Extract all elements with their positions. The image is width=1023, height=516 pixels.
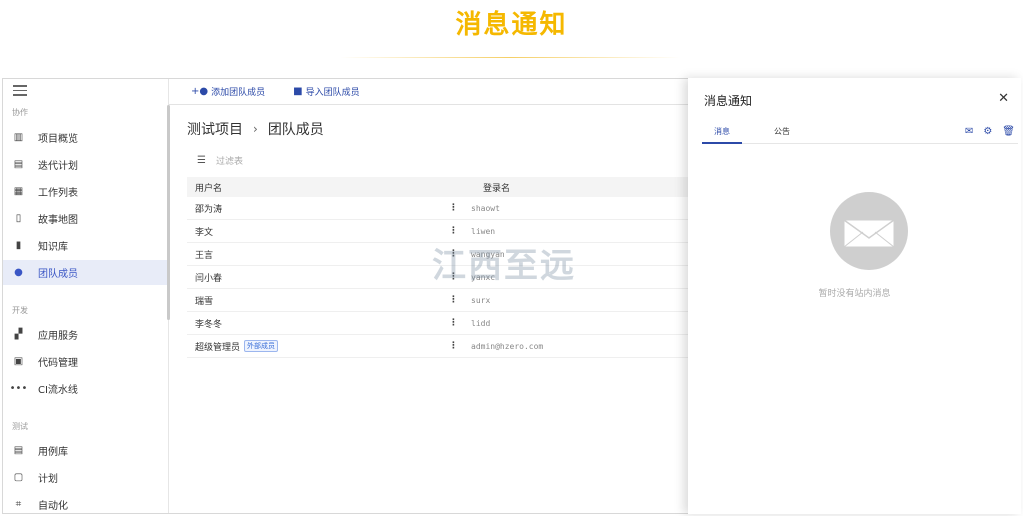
add-member-button[interactable]: +● 添加团队成员 bbox=[191, 85, 265, 98]
breadcrumb-project[interactable]: 测试项目 bbox=[187, 119, 243, 139]
add-user-icon: +● bbox=[191, 86, 209, 97]
sidebar-item-label: 工作列表 bbox=[38, 188, 78, 199]
group-label-test: 测试 bbox=[12, 422, 28, 431]
filter-bar[interactable]: ☰ 过滤表 bbox=[197, 154, 243, 167]
row-username: 超级管理员 bbox=[195, 342, 241, 353]
list-icon: ▦ bbox=[13, 186, 24, 197]
sidebar-item-worklist[interactable]: ▦ 工作列表 bbox=[3, 179, 168, 204]
pipeline-icon: ••• bbox=[9, 383, 28, 394]
import-member-button[interactable]: ■ 导入团队成员 bbox=[293, 85, 359, 98]
row-username: 瑞雪 bbox=[195, 296, 214, 307]
close-icon[interactable]: ✕ bbox=[998, 91, 1009, 106]
map-icon: ▯ bbox=[15, 213, 22, 224]
sidebar-item-plan[interactable]: ▢ 计划 bbox=[3, 465, 168, 490]
row-login: lidd bbox=[471, 318, 491, 328]
menu-toggle-icon[interactable] bbox=[13, 85, 27, 97]
envelope-icon bbox=[843, 219, 895, 248]
sidebar-item-storymap[interactable]: ▯ 故事地图 bbox=[3, 206, 168, 231]
clear-all-icon[interactable]: 🗑 bbox=[1002, 126, 1015, 137]
more-icon[interactable]: ⋮ bbox=[449, 203, 461, 213]
sidebar-item-overview[interactable]: ▥ 项目概览 bbox=[3, 125, 168, 150]
sidebar-item-label: 代码管理 bbox=[38, 358, 78, 369]
sidebar-item-iteration[interactable]: ▤ 迭代计划 bbox=[3, 152, 168, 177]
row-username: 邵为涛 bbox=[195, 204, 223, 215]
import-icon: ■ bbox=[293, 86, 303, 97]
import-member-label: 导入团队成员 bbox=[305, 88, 360, 98]
empty-state-text: 暂时没有站内消息 bbox=[818, 289, 891, 299]
sidebar-item-label: 应用服务 bbox=[38, 331, 78, 342]
column-header-login: 登录名 bbox=[483, 183, 511, 194]
user-icon: ● bbox=[14, 267, 23, 278]
table-row[interactable]: 李冬冬 ⋮ lidd bbox=[187, 312, 707, 335]
panel-title: 消息通知 bbox=[704, 94, 753, 108]
more-icon[interactable]: ⋮ bbox=[449, 295, 461, 305]
apps-icon: ▞ bbox=[14, 329, 23, 340]
row-username-cell: 超级管理员 外部成员 bbox=[187, 340, 449, 353]
column-header-username: 用户名 bbox=[195, 183, 223, 194]
sidebar-item-automation[interactable]: ⌗ 自动化 bbox=[3, 492, 168, 513]
row-username: 李文 bbox=[195, 227, 214, 238]
sidebar-item-label: CI流水线 bbox=[38, 385, 78, 396]
notification-panel: 消息通知 ✕ 消息 公告 ✉ ⚙ 🗑 暂时没有站内消息 bbox=[688, 78, 1021, 514]
sidebar-item-cases[interactable]: ▤ 用例库 bbox=[3, 438, 168, 463]
banner-title: 消息通知 bbox=[455, 10, 568, 40]
sidebar-item-label: 知识库 bbox=[38, 242, 68, 253]
row-login: admin@hzero.com bbox=[471, 341, 544, 351]
document-icon: ▤ bbox=[13, 445, 24, 456]
sidebar-item-label: 自动化 bbox=[38, 501, 68, 512]
sidebar-item-ci[interactable]: ••• CI流水线 bbox=[3, 376, 168, 401]
table-row[interactable]: 邵为涛 ⋮ shaowt bbox=[187, 197, 707, 220]
automation-icon: ⌗ bbox=[15, 499, 22, 510]
group-label-collab: 协作 bbox=[12, 108, 28, 117]
gear-icon[interactable]: ⚙ bbox=[983, 126, 992, 137]
clipboard-icon: ▤ bbox=[13, 159, 24, 170]
sidebar-item-label: 团队成员 bbox=[38, 269, 78, 280]
mark-read-icon[interactable]: ✉ bbox=[965, 126, 973, 137]
row-username: 李冬冬 bbox=[195, 319, 223, 330]
sidebar-item-label: 项目概览 bbox=[38, 134, 78, 145]
sidebar-item-code[interactable]: ▣ 代码管理 bbox=[3, 349, 168, 374]
sidebar: 协作 ▥ 项目概览 ▤ 迭代计划 ▦ 工作列表 ▯ 故事地图 ▮ 知识库 ● 团队成员 开发… bbox=[3, 79, 170, 513]
row-login: shaowt bbox=[471, 203, 500, 213]
more-icon[interactable]: ⋮ bbox=[449, 318, 461, 328]
table-header: 用户名 登录名 bbox=[187, 177, 707, 197]
sidebar-item-label: 迭代计划 bbox=[38, 161, 78, 172]
sidebar-item-apps[interactable]: ▞ 应用服务 bbox=[3, 322, 168, 347]
calendar-icon: ▢ bbox=[13, 472, 24, 483]
watermark: 江西至远 bbox=[432, 246, 576, 286]
chevron-right-icon: › bbox=[253, 122, 258, 136]
more-icon[interactable]: ⋮ bbox=[449, 341, 461, 351]
panel-actions: ✉ ⚙ 🗑 bbox=[955, 126, 1015, 137]
sidebar-item-label: 故事地图 bbox=[38, 215, 78, 226]
row-username: 闫小春 bbox=[195, 273, 223, 284]
table-row[interactable]: 超级管理员 外部成员 ⋮ admin@hzero.com bbox=[187, 335, 707, 358]
code-icon: ▣ bbox=[13, 356, 24, 367]
row-login: liwen bbox=[471, 226, 496, 236]
external-member-badge: 外部成员 bbox=[244, 340, 279, 352]
empty-state-illustration bbox=[830, 192, 908, 270]
sidebar-item-label: 计划 bbox=[38, 474, 58, 485]
filter-input[interactable]: 过滤表 bbox=[216, 154, 243, 167]
book-icon: ▮ bbox=[15, 240, 22, 251]
tab-messages[interactable]: 消息 bbox=[702, 126, 742, 144]
filter-icon: ☰ bbox=[197, 155, 206, 166]
bar-chart-icon: ▥ bbox=[13, 132, 24, 143]
group-label-dev: 开发 bbox=[12, 306, 28, 315]
row-login: surx bbox=[471, 295, 491, 305]
sidebar-item-knowledge[interactable]: ▮ 知识库 bbox=[3, 233, 168, 258]
page-title: 团队成员 bbox=[267, 122, 324, 138]
tab-announcements[interactable]: 公告 bbox=[762, 126, 802, 143]
row-username: 王言 bbox=[195, 250, 214, 261]
more-icon[interactable]: ⋮ bbox=[449, 226, 461, 236]
sidebar-item-members[interactable]: ● 团队成员 bbox=[3, 260, 168, 285]
add-member-label: 添加团队成员 bbox=[211, 88, 266, 98]
table-row[interactable]: 瑞雪 ⋮ surx bbox=[187, 289, 707, 312]
breadcrumb: 测试项目 › 团队成员 bbox=[187, 119, 324, 139]
sidebar-item-label: 用例库 bbox=[38, 447, 68, 458]
banner-divider bbox=[340, 57, 680, 58]
banner: 消息通知 bbox=[0, 0, 1023, 78]
